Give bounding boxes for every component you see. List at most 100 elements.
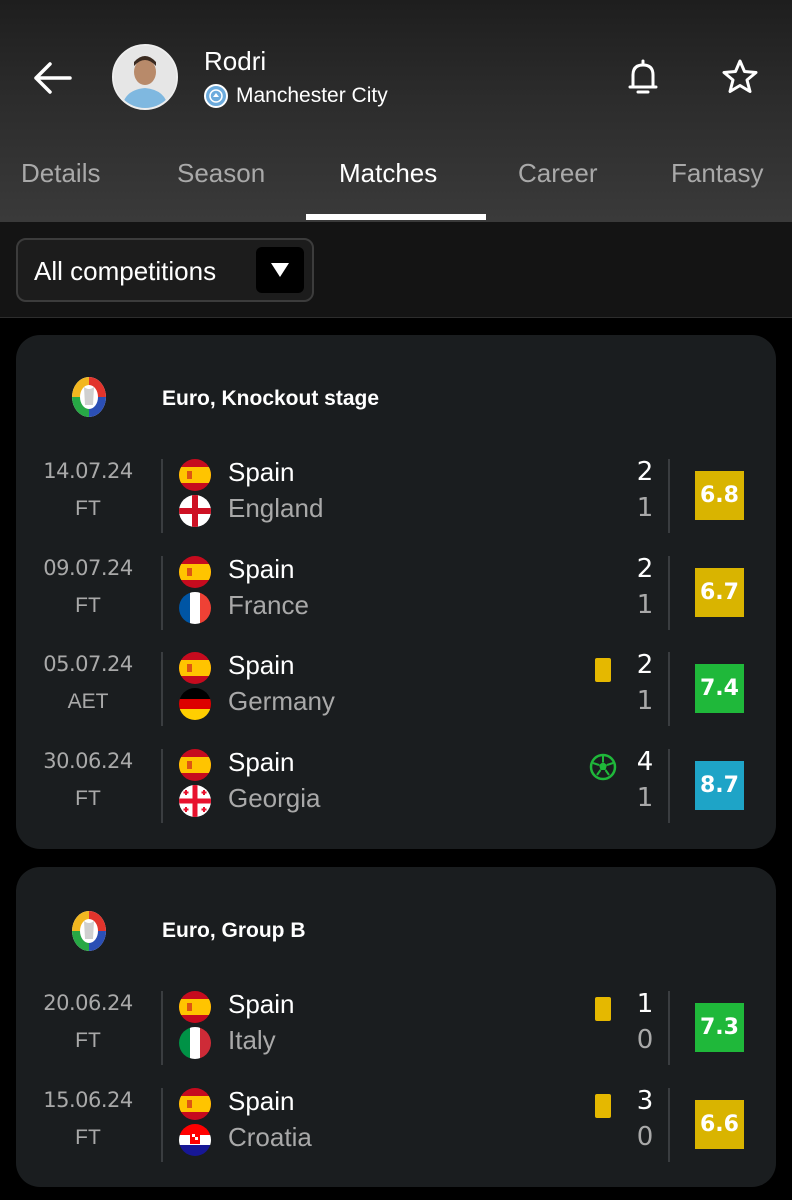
away-team-flag-icon xyxy=(179,1027,211,1059)
yellow-card-icon xyxy=(589,1092,617,1120)
match-status: AET xyxy=(67,690,109,713)
competition-title: Euro, Group B xyxy=(162,919,306,942)
player-rating-badge: 7.3 xyxy=(695,1003,744,1052)
competition-header[interactable]: Euro, Group B xyxy=(16,867,776,987)
back-button[interactable] xyxy=(26,52,78,104)
home-team-flag-icon xyxy=(179,1088,211,1120)
club-name: Manchester City xyxy=(236,84,388,107)
notification-button[interactable] xyxy=(620,52,666,102)
away-score: 1 xyxy=(636,686,654,716)
match-row[interactable]: 20.06.24 FT Spain Italy 1 0 7.3 xyxy=(16,989,776,1065)
away-team-flag-icon xyxy=(179,1124,211,1156)
player-rating-badge: 7.4 xyxy=(695,664,744,713)
match-status: FT xyxy=(75,786,101,810)
divider xyxy=(161,1088,163,1162)
caret-down-icon xyxy=(256,247,304,293)
bell-icon xyxy=(628,59,658,94)
match-status: FT xyxy=(75,1029,101,1052)
competition-card: Euro, Group B 20.06.24 FT Spain Italy 1 0 7.3 1… xyxy=(16,867,776,1187)
away-score: 1 xyxy=(636,493,654,523)
away-score: 0 xyxy=(636,1025,654,1055)
competition-title: Euro, Knockout stage xyxy=(162,387,380,410)
player-rating-badge: 6.7 xyxy=(695,567,744,617)
home-team-flag-icon xyxy=(179,652,211,684)
match-row[interactable]: 15.06.24 FT Spain Croatia 3 0 6.6 xyxy=(16,1086,776,1162)
match-date: 20.06.24 xyxy=(43,991,133,1015)
match-row[interactable]: 05.07.24 AET Spain Germany 2 1 7.4 xyxy=(16,650,776,726)
home-team-flag-icon xyxy=(179,555,211,588)
away-team-name: Croatia xyxy=(228,1122,312,1152)
home-score: 4 xyxy=(636,746,654,777)
away-score: 1 xyxy=(636,782,654,813)
home-team-name: Spain xyxy=(228,746,295,777)
away-team-flag-icon xyxy=(179,591,211,624)
match-status: FT xyxy=(75,1126,101,1149)
home-team-name: Spain xyxy=(228,457,295,487)
euro-trophy-icon xyxy=(70,375,108,419)
competition-filter-label: All competitions xyxy=(34,256,217,286)
arrow-left-icon xyxy=(34,62,72,94)
home-score: 1 xyxy=(636,989,654,1019)
home-score: 2 xyxy=(636,650,654,680)
home-score: 2 xyxy=(636,553,654,584)
match-row[interactable]: 09.07.24 FT Spain France 2 1 6.7 xyxy=(16,553,776,630)
match-date: 09.07.24 xyxy=(43,555,133,580)
match-date: 05.07.24 xyxy=(43,652,133,676)
divider xyxy=(161,555,163,630)
divider xyxy=(668,991,670,1065)
divider xyxy=(161,459,163,533)
tab-career[interactable]: Career xyxy=(518,158,597,189)
match-row[interactable]: 30.06.24 FT Spain Georgia 4 1 8.7 xyxy=(16,746,776,823)
player-rating-badge: 6.8 xyxy=(695,471,744,520)
tab-details[interactable]: Details xyxy=(21,158,100,189)
match-row[interactable]: 14.07.24 FT Spain England 2 1 6.8 xyxy=(16,457,776,533)
player-rating-badge: 8.7 xyxy=(695,760,744,810)
home-team-flag-icon xyxy=(179,748,211,781)
home-team-name: Spain xyxy=(228,650,295,680)
euro-trophy-icon xyxy=(70,909,108,953)
divider xyxy=(161,652,163,726)
player-rating-badge: 6.6 xyxy=(695,1100,744,1149)
player-name: Rodri xyxy=(204,46,267,76)
divider xyxy=(668,748,670,823)
filter-bar: All competitions xyxy=(0,222,792,318)
yellow-card-icon xyxy=(589,656,617,684)
match-date: 15.06.24 xyxy=(43,1088,133,1112)
home-team-flag-icon xyxy=(179,991,211,1023)
home-score: 3 xyxy=(636,1086,654,1116)
club-row[interactable]: Manchester City xyxy=(204,84,388,108)
favorite-button[interactable] xyxy=(716,52,764,102)
tab-bar: Details Season Matches Career Fantasy xyxy=(0,150,792,222)
manchester-city-badge-icon xyxy=(204,84,228,108)
away-score: 0 xyxy=(636,1122,654,1152)
star-icon xyxy=(722,59,758,93)
away-team-flag-icon xyxy=(179,784,211,817)
divider xyxy=(668,459,670,533)
home-team-name: Spain xyxy=(228,1086,295,1116)
player-avatar xyxy=(112,44,178,110)
active-tab-indicator xyxy=(306,214,486,220)
away-team-name: France xyxy=(228,589,309,620)
goal-ball-icon xyxy=(589,753,617,781)
home-team-name: Spain xyxy=(228,553,295,584)
divider xyxy=(161,991,163,1065)
player-header: Rodri Manchester City Details Season Mat… xyxy=(0,0,792,222)
tab-fantasy[interactable]: Fantasy xyxy=(671,158,764,189)
away-score: 1 xyxy=(636,589,654,620)
divider xyxy=(668,555,670,630)
match-status: FT xyxy=(75,593,101,617)
competition-header[interactable]: Euro, Knockout stage xyxy=(16,335,776,455)
home-score: 2 xyxy=(636,457,654,487)
divider xyxy=(668,1088,670,1162)
away-team-name: Italy xyxy=(228,1025,276,1055)
away-team-name: Germany xyxy=(228,686,335,716)
competition-filter-dropdown[interactable]: All competitions xyxy=(16,238,314,302)
away-team-flag-icon xyxy=(179,495,211,527)
match-date: 30.06.24 xyxy=(43,748,133,773)
competition-card: Euro, Knockout stage 14.07.24 FT Spain Engl… xyxy=(16,335,776,849)
tab-season[interactable]: Season xyxy=(177,158,265,189)
home-team-name: Spain xyxy=(228,989,295,1019)
tab-matches[interactable]: Matches xyxy=(339,158,437,189)
match-status: FT xyxy=(75,497,101,520)
away-team-flag-icon xyxy=(179,688,211,720)
